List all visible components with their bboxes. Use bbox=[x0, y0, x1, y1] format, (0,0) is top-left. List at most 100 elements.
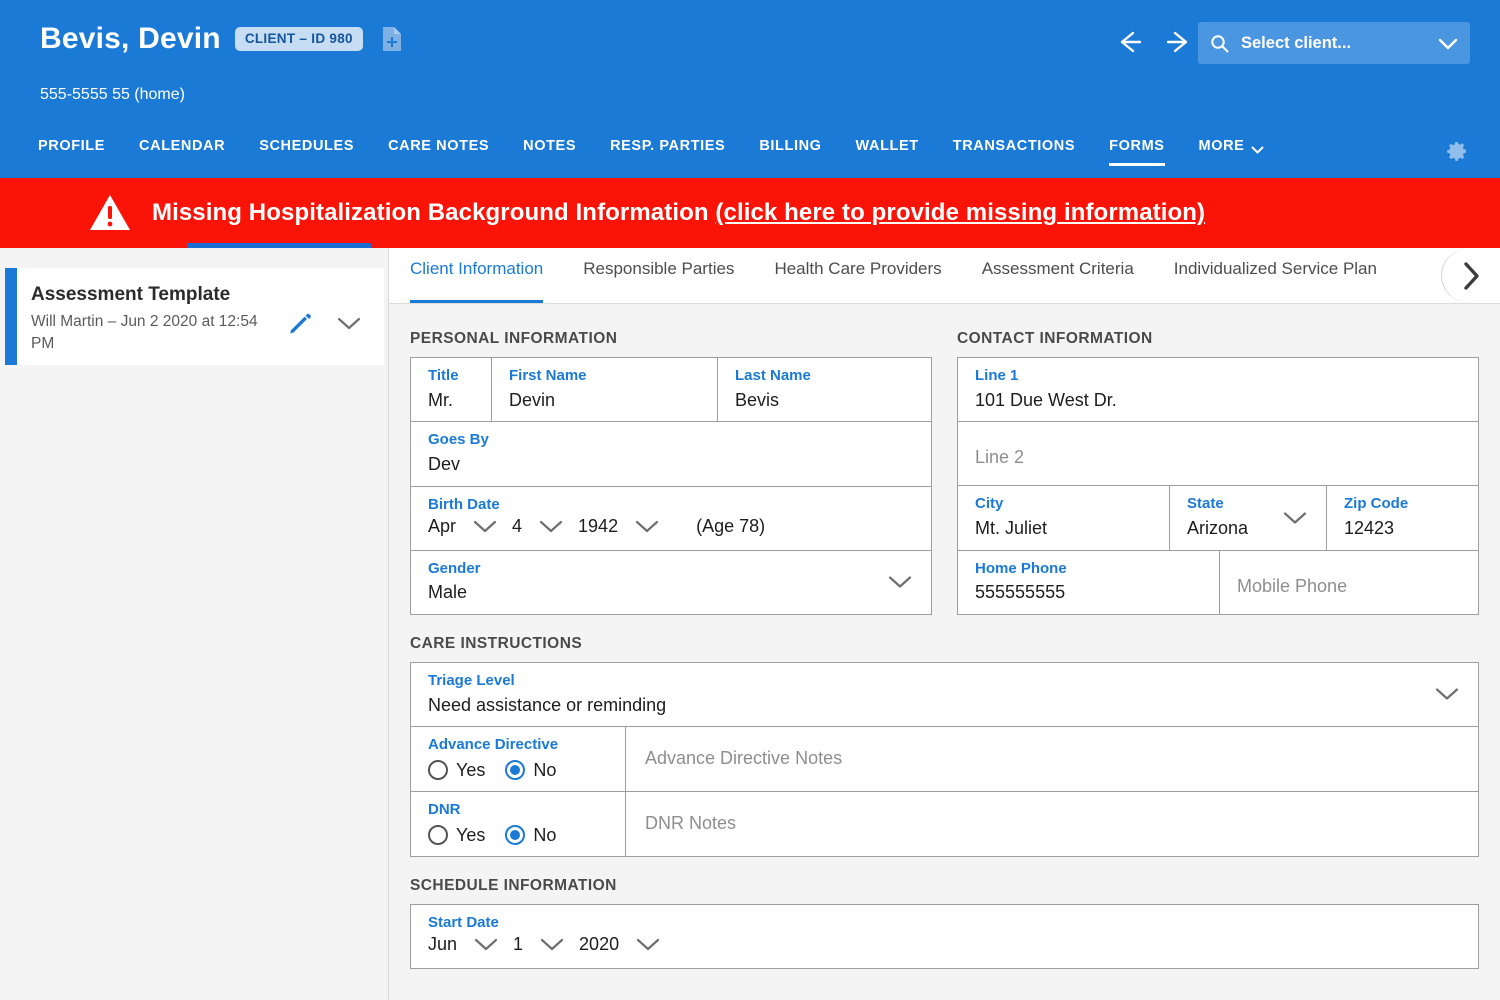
field-label: Title bbox=[428, 367, 491, 386]
field-title[interactable]: Title Mr. bbox=[411, 358, 492, 421]
nav-item-care-notes[interactable]: CARE NOTES bbox=[388, 138, 489, 166]
nav-item-more[interactable]: MORE bbox=[1199, 138, 1265, 166]
nav-item-notes[interactable]: NOTES bbox=[523, 138, 576, 166]
section-title-schedule: Schedule Information bbox=[410, 877, 1479, 895]
radio-label: Yes bbox=[456, 760, 485, 781]
birth-year-select[interactable]: 1942 bbox=[578, 516, 674, 537]
start-month-select[interactable]: Jun bbox=[428, 934, 513, 955]
nav-item-calendar[interactable]: CALENDAR bbox=[139, 138, 225, 166]
nav-item-profile[interactable]: PROFILE bbox=[38, 138, 105, 166]
field-label: City bbox=[975, 495, 1169, 514]
field-city[interactable]: City Mt. Juliet bbox=[958, 486, 1170, 549]
field-label: Line 1 bbox=[975, 367, 1478, 386]
chevron-down-icon[interactable] bbox=[539, 937, 565, 952]
schedule-information-table: Start Date Jun 1 bbox=[410, 904, 1479, 969]
alert-action-link[interactable]: (click here to provide missing informati… bbox=[715, 199, 1205, 226]
field-zip-code[interactable]: Zip Code 12423 bbox=[1327, 486, 1478, 549]
advance-directive-yes-radio[interactable]: Yes bbox=[428, 760, 485, 781]
start-year-select[interactable]: 2020 bbox=[579, 934, 675, 955]
field-value: Bevis bbox=[735, 389, 931, 412]
field-dnr-notes[interactable]: DNR Notes bbox=[626, 792, 1478, 856]
dnr-yes-radio[interactable]: Yes bbox=[428, 825, 485, 846]
client-information-form: Personal Information Title Mr. First Nam… bbox=[389, 304, 1500, 1000]
field-goes-by[interactable]: Goes By Dev bbox=[411, 422, 931, 485]
field-advance-directive-notes[interactable]: Advance Directive Notes bbox=[626, 727, 1478, 791]
tab-assessment-criteria[interactable]: Assessment Criteria bbox=[982, 248, 1134, 304]
tab-client-information[interactable]: Client Information bbox=[410, 248, 543, 304]
nav-item-wallet[interactable]: WALLET bbox=[856, 138, 919, 166]
table-row: Title Mr. First Name Devin Last Name Bev… bbox=[411, 358, 931, 422]
chevron-down-icon[interactable] bbox=[538, 519, 564, 534]
field-birth-date[interactable]: Birth Date Apr bbox=[411, 487, 931, 550]
chevron-down-icon[interactable] bbox=[634, 519, 660, 534]
table-row: Birth Date Apr bbox=[411, 487, 931, 551]
nav-item-resp-parties[interactable]: RESP. PARTIES bbox=[610, 138, 725, 166]
personal-information-section: Personal Information Title Mr. First Nam… bbox=[410, 330, 932, 615]
start-day-select[interactable]: 1 bbox=[513, 934, 579, 955]
age-display: (Age 78) bbox=[696, 516, 765, 537]
chevron-down-icon[interactable] bbox=[635, 937, 661, 952]
field-first-name[interactable]: First Name Devin bbox=[492, 358, 718, 421]
field-label: Zip Code bbox=[1344, 495, 1478, 514]
chevron-down-icon[interactable] bbox=[1438, 37, 1458, 49]
field-value: 12423 bbox=[1344, 517, 1478, 540]
nav-label: WALLET bbox=[856, 138, 919, 154]
chevron-down-icon[interactable] bbox=[1434, 687, 1460, 702]
arrow-right-icon[interactable] bbox=[1163, 26, 1195, 58]
field-home-phone[interactable]: Home Phone 555555555 bbox=[958, 551, 1220, 614]
nav-item-billing[interactable]: BILLING bbox=[759, 138, 821, 166]
tab-responsible-parties[interactable]: Responsible Parties bbox=[583, 248, 734, 304]
dnr-no-radio[interactable]: No bbox=[505, 825, 556, 846]
nav-label: NOTES bbox=[523, 138, 576, 154]
chevron-down-icon[interactable] bbox=[473, 937, 499, 952]
client-search-input[interactable]: Select client... bbox=[1241, 34, 1438, 53]
birth-day-select[interactable]: 4 bbox=[512, 516, 578, 537]
table-row: Line 1 101 Due West Dr. bbox=[958, 358, 1478, 422]
nav-item-forms[interactable]: FORMS bbox=[1109, 138, 1164, 166]
chevron-right-icon bbox=[1461, 260, 1481, 292]
field-label: Start Date bbox=[428, 914, 1478, 933]
nav-item-transactions[interactable]: TRANSACTIONS bbox=[953, 138, 1075, 166]
client-search-box[interactable]: Select client... bbox=[1198, 22, 1470, 64]
table-row: City Mt. Juliet State Arizona bbox=[958, 486, 1478, 550]
client-name: Bevis, Devin bbox=[40, 22, 221, 56]
field-start-date[interactable]: Start Date Jun 1 bbox=[411, 905, 1478, 968]
tabs-scroll-right-button[interactable] bbox=[1441, 248, 1500, 303]
field-placeholder: Advance Directive Notes bbox=[645, 748, 842, 769]
nav-label: FORMS bbox=[1109, 138, 1164, 154]
advance-directive-radio-group: Yes No bbox=[428, 760, 625, 781]
advance-directive-no-radio[interactable]: No bbox=[505, 760, 556, 781]
nav-item-schedules[interactable]: SCHEDULES bbox=[259, 138, 354, 166]
document-add-icon[interactable] bbox=[381, 26, 403, 52]
section-title-personal: Personal Information bbox=[410, 330, 932, 348]
missing-info-alert-banner[interactable]: Missing Hospitalization Background Infor… bbox=[0, 178, 1500, 248]
nav-label: CARE NOTES bbox=[388, 138, 489, 154]
top-sections: Personal Information Title Mr. First Nam… bbox=[410, 330, 1479, 615]
field-state[interactable]: State Arizona bbox=[1170, 486, 1327, 549]
chevron-down-icon[interactable] bbox=[472, 519, 498, 534]
field-address-line2[interactable]: Line 2 bbox=[958, 422, 1478, 485]
birth-date-pickers: Apr 4 bbox=[428, 516, 931, 537]
table-row: Goes By Dev bbox=[411, 422, 931, 486]
arrow-left-icon[interactable] bbox=[1113, 26, 1145, 58]
field-label: Advance Directive bbox=[428, 736, 625, 755]
field-address-line1[interactable]: Line 1 101 Due West Dr. bbox=[958, 358, 1478, 421]
radio-dot bbox=[428, 760, 448, 780]
field-mobile-phone[interactable]: Mobile Phone bbox=[1220, 551, 1478, 614]
tab-individualized-service-plan[interactable]: Individualized Service Plan bbox=[1174, 248, 1377, 304]
client-header: Bevis, Devin CLIENT – ID 980 555-5555 55… bbox=[0, 0, 1500, 178]
gear-icon[interactable] bbox=[1446, 140, 1468, 162]
section-title-contact: Contact Information bbox=[957, 330, 1479, 348]
personal-information-table: Title Mr. First Name Devin Last Name Bev… bbox=[410, 357, 932, 615]
tab-health-care-providers[interactable]: Health Care Providers bbox=[774, 248, 941, 304]
pencil-icon[interactable] bbox=[288, 312, 311, 335]
birth-month-select[interactable]: Apr bbox=[428, 516, 512, 537]
field-triage-level[interactable]: Triage Level Need assistance or remindin… bbox=[411, 663, 1478, 726]
field-gender[interactable]: Gender Male bbox=[411, 551, 931, 614]
chevron-down-icon[interactable] bbox=[336, 316, 362, 331]
chevron-down-icon[interactable] bbox=[887, 575, 913, 590]
chevron-down-icon[interactable] bbox=[1282, 510, 1308, 525]
form-list-item-assessment-template[interactable]: Assessment Template Will Martin – Jun 2 … bbox=[5, 268, 384, 365]
start-date-pickers: Jun 1 bbox=[428, 934, 1478, 955]
field-last-name[interactable]: Last Name Bevis bbox=[718, 358, 931, 421]
